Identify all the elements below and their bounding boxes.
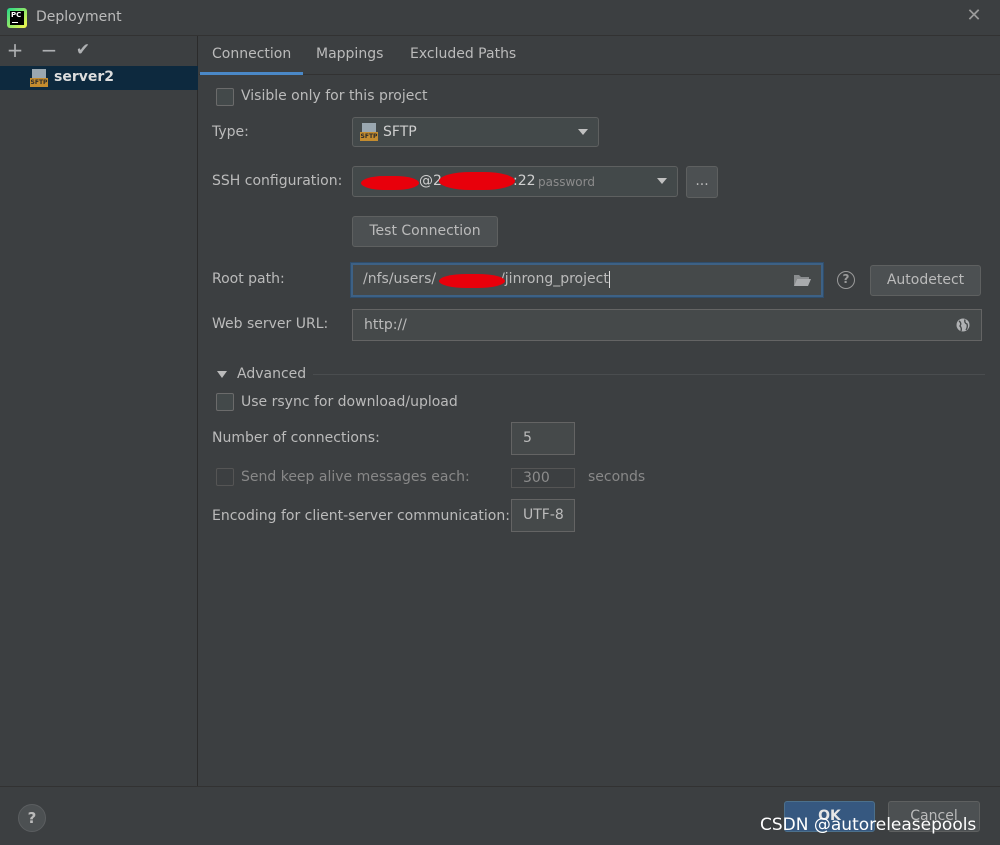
close-icon[interactable]: ✕ (964, 6, 984, 26)
help-button[interactable]: ? (18, 804, 46, 832)
pycharm-app-icon: PC (7, 8, 27, 28)
globe-icon[interactable] (956, 318, 970, 332)
keep-alive-unit: seconds (588, 469, 646, 485)
num-connections-label: Number of connections: (212, 430, 380, 446)
ssh-config-browse-button[interactable]: ... (686, 166, 718, 198)
rsync-label: Use rsync for download/upload (241, 394, 458, 410)
tab-bar: Connection Mappings Excluded Paths (199, 36, 1000, 75)
root-path-input[interactable]: /nfs/users/ /jinrong_project (351, 263, 823, 297)
csdn-watermark: CSDN @autoreleasepools (760, 815, 977, 835)
server-name: server2 (54, 69, 114, 85)
web-server-url-value: http:// (364, 317, 407, 333)
remove-server-button[interactable]: − (38, 39, 60, 61)
apply-check-icon[interactable]: ✔ (72, 39, 94, 61)
title-bar: PC Deployment ✕ (0, 0, 1000, 36)
redacted-host (439, 172, 515, 190)
sftp-server-icon: SFTP (30, 69, 48, 87)
section-divider (313, 374, 985, 375)
num-connections-input[interactable]: 5 (511, 422, 575, 455)
redacted-username (439, 274, 505, 288)
window-title: Deployment (36, 9, 122, 25)
ssh-auth-type: password (538, 175, 595, 189)
tab-excluded-paths[interactable]: Excluded Paths (410, 36, 516, 75)
advanced-section-label[interactable]: Advanced (237, 366, 306, 382)
server-list-item[interactable]: SFTP server2 (0, 66, 198, 90)
server-list-panel: + − ✔ SFTP server2 (0, 36, 198, 786)
ssh-config-select[interactable]: @2 :22 password (352, 166, 678, 197)
chevron-down-icon (657, 178, 667, 184)
add-server-button[interactable]: + (4, 39, 26, 61)
root-path-label: Root path: (212, 271, 285, 287)
type-label: Type: (212, 124, 249, 140)
visible-only-checkbox[interactable] (216, 88, 234, 106)
tab-connection[interactable]: Connection (199, 36, 304, 75)
redacted-username (361, 176, 419, 190)
encoding-input[interactable]: UTF-8 (511, 499, 575, 532)
type-value: SFTP (383, 124, 417, 140)
rsync-checkbox[interactable] (216, 393, 234, 411)
root-path-suffix: /jinrong_project (500, 271, 609, 287)
web-server-url-input[interactable]: http:// (352, 309, 982, 341)
ssh-port: :22 (513, 173, 536, 189)
ssh-config-label: SSH configuration: (212, 173, 343, 189)
chevron-down-icon (578, 129, 588, 135)
web-server-url-label: Web server URL: (212, 316, 329, 332)
tab-mappings[interactable]: Mappings (316, 36, 383, 75)
dialog-footer: ? OK Cancel CSDN @autoreleasepools (0, 786, 1000, 845)
encoding-label: Encoding for client-server communication… (212, 508, 510, 524)
sftp-type-icon: SFTP (360, 123, 378, 141)
visible-only-label: Visible only for this project (241, 88, 428, 104)
autodetect-button[interactable]: Autodetect (870, 265, 981, 296)
keep-alive-checkbox[interactable] (216, 468, 234, 486)
keep-alive-input[interactable]: 300 (511, 468, 575, 488)
type-select[interactable]: SFTP SFTP (352, 117, 599, 147)
keep-alive-label: Send keep alive messages each: (241, 469, 470, 485)
collapse-triangle-icon[interactable] (217, 371, 227, 378)
root-path-prefix: /nfs/users/ (363, 271, 437, 287)
folder-open-icon[interactable] (793, 274, 811, 287)
test-connection-button[interactable]: Test Connection (352, 216, 498, 247)
help-icon[interactable]: ? (837, 271, 855, 289)
